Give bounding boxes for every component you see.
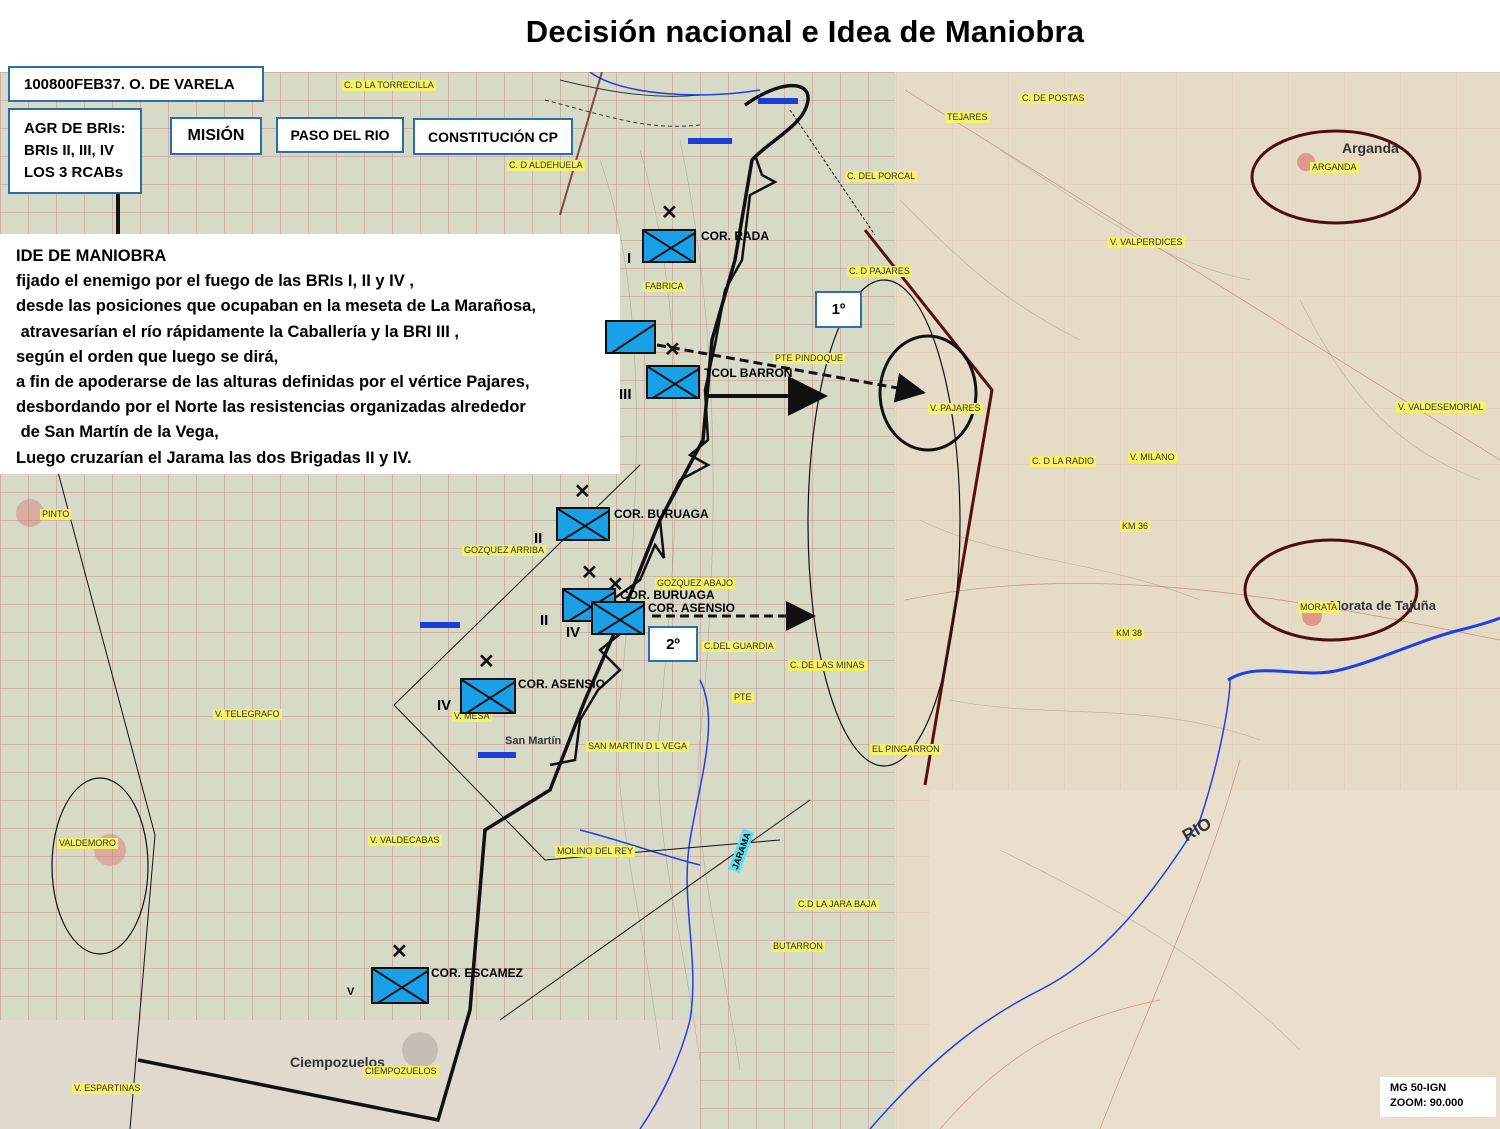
infantry-unit-symbol[interactable] (371, 967, 429, 1004)
brigade-numeral: II (534, 530, 543, 547)
place-tag: C.D LA JARA BAJA (796, 899, 879, 910)
road-marker (758, 98, 798, 104)
road-marker (688, 138, 732, 144)
place-tag: V. TELEGRAFO (213, 709, 282, 720)
morata-map-label: Morata de Tajuña (1330, 598, 1436, 613)
infantry-unit-symbol[interactable] (642, 229, 696, 263)
brigade-x-marker: ✕ (574, 481, 591, 503)
road-marker (478, 752, 516, 758)
cavalry-unit-symbol[interactable] (605, 320, 656, 354)
idea-line: desde las posiciones que ocupaban en la … (16, 297, 536, 316)
brigade-numeral: I (627, 250, 632, 267)
brigade-x-marker: ✕ (391, 941, 408, 963)
brigade-numeral: IV (437, 697, 452, 714)
place-tag: C. D PAJARES (847, 266, 912, 277)
phase-1-box[interactable]: 1º (815, 291, 862, 328)
place-tag: EL PINGARRON (870, 744, 942, 755)
unit-label-rada: COR. RADA (701, 229, 769, 243)
place-tag: C.DEL GUARDIA (702, 641, 776, 652)
place-tag: ARGANDA (1310, 162, 1359, 173)
sanmartin-map-label: San Martín (505, 735, 562, 747)
idea-line: desbordando por el Norte las resistencia… (16, 398, 526, 417)
legend-line-1: MG 50-IGN (1390, 1082, 1447, 1094)
idea-line: Luego cruzarían el Jarama las dos Brigad… (16, 448, 412, 467)
legend-line-2: ZOOM: 90.000 (1390, 1097, 1464, 1109)
place-tag: C. DE LAS MINAS (788, 660, 867, 671)
page-title: Decisión nacional e Idea de Maniobra (525, 14, 1085, 49)
idea-de-maniobra-panel: IDE DE MANIOBRA fijado el enemigo por el… (0, 234, 620, 474)
place-tag: V. PAJARES (928, 403, 983, 414)
brigade-numeral: V (347, 986, 355, 998)
brigade-x-marker: ✕ (661, 202, 678, 224)
place-tag: FABRICA (643, 281, 686, 292)
idea-line: según el orden que luego se dirá, (16, 347, 279, 366)
paso-del-rio-button[interactable]: PASO DEL RIO (276, 117, 404, 153)
brigade-numeral: II (540, 612, 549, 629)
infantry-unit-symbol[interactable] (556, 507, 610, 541)
idea-heading: IDE DE MANIOBRA (16, 247, 167, 265)
road-marker (420, 622, 460, 628)
idea-line: a fin de apoderarse de las alturas defin… (16, 373, 530, 392)
infantry-unit-symbol[interactable] (591, 601, 645, 635)
agr-line-1: AGR DE BRIs: (24, 120, 126, 137)
unit-label-asensio: COR. ASENSIO (518, 677, 605, 691)
place-tag: V. VALDESEMORIAL (1396, 402, 1486, 413)
unit-label-buruaga: COR. BURUAGA (620, 588, 715, 602)
place-tag: KM 38 (1114, 628, 1145, 639)
brigade-numeral: IV (566, 624, 581, 641)
place-tag: V. VALDECABAS (368, 835, 442, 846)
unit-label-buruaga: COR. BURUAGA (614, 507, 709, 521)
place-tag: KM 36 (1120, 521, 1151, 532)
place-tag: PINTO (40, 509, 72, 520)
place-tag: C. DE POSTAS (1020, 93, 1087, 104)
mision-button[interactable]: MISIÓN (170, 117, 262, 155)
place-tag: C. D ALDEHUELA (507, 160, 585, 171)
place-tag: PTE PINDOQUE (773, 353, 846, 364)
place-tag: SAN MARTIN D L VEGA (586, 741, 690, 752)
place-tag: C. DEL PORCAL (845, 171, 918, 182)
map-source-legend: MG 50-IGN ZOOM: 90.000 (1380, 1077, 1496, 1117)
place-tag: V. ESPARTINAS (72, 1083, 143, 1094)
infantry-unit-symbol[interactable] (460, 678, 516, 714)
brigade-x-marker: ✕ (581, 562, 598, 584)
infantry-unit-symbol[interactable] (646, 365, 700, 399)
place-tag: TEJARES (945, 112, 990, 123)
place-tag: V. MILANO (1128, 452, 1177, 463)
brigade-x-marker: ✕ (664, 339, 681, 361)
arganda-map-label: Arganda (1342, 140, 1399, 156)
agr-line-3: LOS 3 RCABs (24, 164, 124, 181)
unit-label-asensio: COR. ASENSIO (648, 601, 735, 615)
unit-label-escamez: COR. ESCAMEZ (431, 966, 524, 980)
idea-line: de San Martín de la Vega, (16, 423, 219, 442)
place-tag: VALDEMORO (57, 838, 118, 849)
place-tag: PTE (732, 692, 754, 703)
brigade-x-marker: ✕ (478, 651, 495, 673)
idea-line: fijado el enemigo por el fuego de las BR… (16, 272, 414, 291)
constitucion-cp-button[interactable]: CONSTITUCIÓN CP (413, 118, 573, 155)
agr-line-2: BRIs II, III, IV (24, 142, 115, 159)
place-tag: MOLINO DEL REY (555, 846, 636, 857)
phase-2-box[interactable]: 2º (648, 626, 698, 662)
place-tag: CIEMPOZUELOS (363, 1066, 439, 1077)
brigade-numeral: III (619, 386, 632, 403)
idea-line: atravesarían el río rápidamente la Cabal… (16, 322, 459, 341)
place-tag: C. D LA RADIO (1030, 456, 1097, 467)
order-dtg-box: 100800FEB37. O. DE VARELA (8, 66, 264, 102)
brigade-grouping-box: AGR DE BRIs: BRIs II, III, IV LOS 3 RCAB… (8, 108, 142, 194)
place-tag: V. VALPERDICES (1108, 237, 1185, 248)
unit-label-barron: TCOL BARRON (704, 366, 793, 380)
place-tag: BUTARRON (771, 941, 825, 952)
place-tag: MORATA (1298, 602, 1340, 613)
place-tag: C. D LA TORRECILLA (342, 80, 436, 91)
